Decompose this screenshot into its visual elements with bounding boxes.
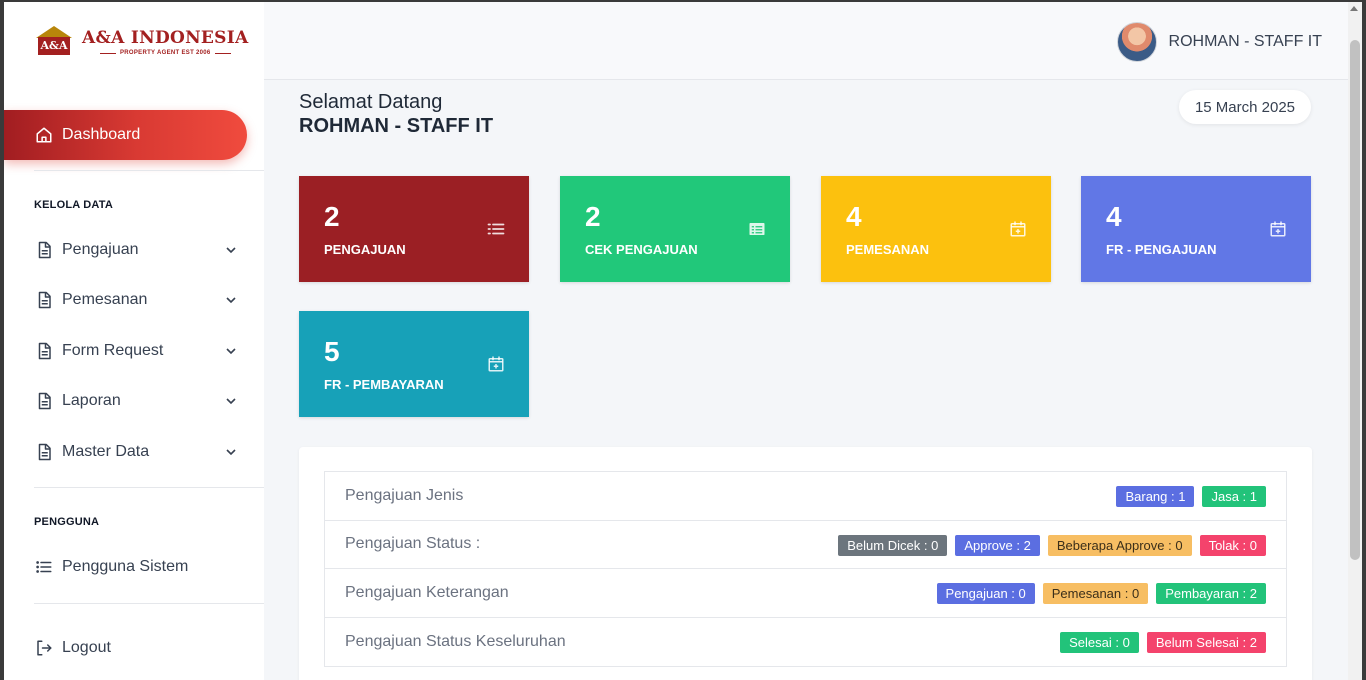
badge-belum-selesai: Belum Selesai : 2: [1146, 631, 1266, 653]
card-pemesanan[interactable]: 4 PEMESANAN: [821, 176, 1051, 282]
section-label-kelola-data: KELOLA DATA: [34, 199, 113, 211]
logout-button[interactable]: Logout: [34, 633, 244, 663]
sidebar-divider: [34, 487, 264, 488]
sidebar-item-pengajuan[interactable]: Pengajuan: [34, 235, 244, 265]
sidebar-item-pemesanan[interactable]: Pemesanan: [34, 285, 244, 315]
calendar-plus-icon: [1009, 220, 1027, 238]
sidebar-divider: [34, 603, 264, 604]
welcome-greeting: Selamat Datang: [299, 91, 443, 113]
badge-approve: Approve : 2: [955, 534, 1040, 556]
sidebar-item-form-request[interactable]: Form Request: [34, 336, 244, 366]
sidebar: A&A A&A INDONESIA PROPERTY AGENT EST 200…: [4, 2, 264, 680]
calendar-plus-icon: [487, 355, 505, 373]
summary-row-keterangan: Pengajuan Keterangan Pengajuan : 0 Pemes…: [325, 569, 1286, 618]
document-icon: [34, 391, 54, 411]
chevron-down-icon: [224, 344, 238, 358]
card-label: PENGAJUAN: [324, 242, 406, 257]
sidebar-item-pengguna-sistem[interactable]: Pengguna Sistem: [34, 552, 244, 582]
home-icon: [34, 125, 54, 145]
scrollbar-thumb[interactable]: [1350, 40, 1360, 560]
sidebar-item-label: Master Data: [62, 443, 150, 460]
summary-row-jenis: Pengajuan Jenis Barang : 1 Jasa : 1: [325, 472, 1286, 521]
summary-table: Pengajuan Jenis Barang : 1 Jasa : 1 Peng…: [324, 471, 1287, 667]
document-icon: [34, 442, 54, 462]
sidebar-item-label: Form Request: [62, 342, 164, 359]
badge-beberapa-approve: Beberapa Approve : 0: [1047, 534, 1192, 556]
card-label: FR - PENGAJUAN: [1106, 242, 1217, 257]
badge-pembayaran: Pembayaran : 2: [1156, 583, 1266, 604]
card-cek-pengajuan[interactable]: 2 CEK PENGAJUAN: [560, 176, 790, 282]
chevron-down-icon: [224, 243, 238, 257]
sidebar-divider: [34, 170, 264, 171]
badge-jasa: Jasa : 1: [1202, 486, 1266, 507]
summary-row-status: Pengajuan Status : Belum Dicek : 0 Appro…: [325, 521, 1286, 569]
card-label: PEMESANAN: [846, 242, 930, 257]
document-icon: [34, 240, 54, 260]
card-fr-pengajuan[interactable]: 4 FR - PENGAJUAN: [1081, 176, 1311, 282]
list-icon: [34, 557, 54, 577]
badge-selesai: Selesai : 0: [1060, 631, 1139, 653]
sidebar-item-master-data[interactable]: Master Data: [34, 437, 244, 467]
window-frame-top: [0, 0, 1366, 2]
list-icon: [487, 220, 505, 238]
document-icon: [34, 290, 54, 310]
window-frame-right: [1362, 0, 1366, 680]
card-pengajuan[interactable]: 2 PENGAJUAN: [299, 176, 529, 282]
scroll-up-arrow-icon[interactable]: [1350, 6, 1358, 11]
badge-pemesanan: Pemesanan : 0: [1042, 583, 1149, 604]
brand-subtitle: PROPERTY AGENT EST 2006: [82, 50, 249, 56]
welcome-heading: Selamat Datang ROHMAN - STAFF IT: [299, 90, 493, 138]
card-label: CEK PENGAJUAN: [585, 242, 698, 257]
sidebar-item-label: Laporan: [62, 392, 121, 409]
chevron-down-icon: [224, 293, 238, 307]
sidebar-item-label: Pemesanan: [62, 291, 148, 308]
table-icon: [748, 220, 766, 238]
badge-pengajuan: Pengajuan : 0: [936, 583, 1035, 604]
welcome-user-name: ROHMAN - STAFF IT: [299, 115, 494, 137]
section-label-pengguna: PENGGUNA: [34, 516, 100, 528]
avatar[interactable]: [1116, 22, 1157, 62]
logout-label: Logout: [62, 639, 111, 656]
calendar-plus-icon: [1269, 220, 1287, 238]
chevron-down-icon: [224, 394, 238, 408]
date-badge: 15 March 2025: [1179, 90, 1311, 124]
user-menu[interactable]: ROHMAN - STAFF IT: [1116, 22, 1322, 62]
chevron-down-icon: [224, 445, 238, 459]
sidebar-item-label: Dashboard: [62, 126, 141, 143]
summary-row-label: Pengajuan Keterangan: [345, 583, 509, 601]
sidebar-item-laporan[interactable]: Laporan: [34, 386, 244, 416]
summary-panel: Pengajuan Jenis Barang : 1 Jasa : 1 Peng…: [299, 447, 1312, 680]
window-frame-left: [0, 0, 4, 680]
summary-row-label: Pengajuan Jenis: [345, 486, 464, 504]
badge-belum-dicek: Belum Dicek : 0: [838, 534, 948, 556]
top-bar: ROHMAN - STAFF IT: [264, 2, 1348, 80]
badge-tolak: Tolak : 0: [1199, 534, 1266, 556]
sidebar-item-label: Pengguna Sistem: [62, 558, 189, 575]
sidebar-item-dashboard[interactable]: Dashboard: [4, 110, 247, 160]
card-label: FR - PEMBAYARAN: [324, 377, 444, 392]
summary-row-label: Pengajuan Status Keseluruhan: [345, 632, 566, 650]
header-user-name: ROHMAN - STAFF IT: [1168, 33, 1322, 50]
brand-title: A&A INDONESIA: [82, 28, 249, 48]
document-icon: [34, 341, 54, 361]
sidebar-item-label: Pengajuan: [62, 241, 139, 258]
brand-logo[interactable]: A&A A&A INDONESIA PROPERTY AGENT EST 200…: [34, 26, 249, 58]
summary-row-label: Pengajuan Status :: [345, 535, 481, 553]
logout-icon: [34, 638, 54, 658]
summary-row-keseluruhan: Pengajuan Status Keseluruhan Selesai : 0…: [325, 618, 1286, 667]
badge-barang: Barang : 1: [1116, 486, 1195, 507]
logo-badge-icon: A&A: [34, 26, 74, 58]
card-fr-pembayaran[interactable]: 5 FR - PEMBAYARAN: [299, 311, 529, 417]
